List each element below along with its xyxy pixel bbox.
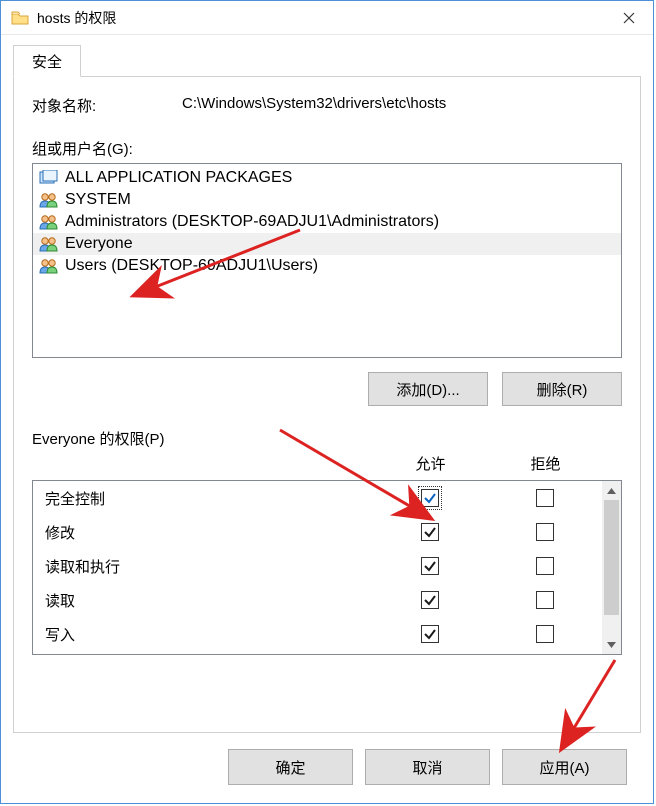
tab-security[interactable]: 安全	[13, 45, 81, 77]
ok-button[interactable]: 确定	[228, 749, 353, 785]
permissions-label: Everyone 的权限(P)	[32, 428, 622, 449]
users-icon	[39, 257, 59, 275]
window-title: hosts 的权限	[37, 8, 605, 28]
object-name-value: C:\Windows\System32\drivers\etc\hosts	[182, 95, 446, 116]
permission-name: 读取	[45, 590, 372, 611]
scroll-down-icon[interactable]	[602, 635, 621, 654]
allow-checkbox[interactable]	[421, 591, 439, 609]
permission-row: 读取	[33, 583, 602, 617]
col-deny: 拒绝	[488, 453, 603, 474]
list-item[interactable]: ALL APPLICATION PACKAGES	[33, 167, 621, 189]
permission-row: 修改	[33, 515, 602, 549]
permission-row: 读取和执行	[33, 549, 602, 583]
permission-row	[33, 651, 602, 654]
list-item-label: SYSTEM	[65, 191, 131, 209]
permissions-header: 允许 拒绝	[32, 453, 622, 474]
groups-label: 组或用户名(G):	[32, 138, 622, 159]
deny-checkbox[interactable]	[536, 557, 554, 575]
list-item-label: Administrators (DESKTOP-69ADJU1\Administ…	[65, 213, 439, 231]
apply-button[interactable]: 应用(A)	[502, 749, 627, 785]
permission-name: 完全控制	[45, 488, 372, 509]
deny-checkbox[interactable]	[536, 591, 554, 609]
permissions-grid: 完全控制修改读取和执行读取写入	[33, 481, 602, 654]
permissions-scrollbar[interactable]	[602, 481, 621, 654]
cancel-button[interactable]: 取消	[365, 749, 490, 785]
deny-checkbox[interactable]	[536, 625, 554, 643]
groups-listbox[interactable]: ALL APPLICATION PACKAGES SYSTEM Administra…	[32, 163, 622, 358]
permission-name: 修改	[45, 522, 372, 543]
list-item[interactable]: Everyone	[33, 233, 621, 255]
scroll-up-icon[interactable]	[602, 481, 621, 500]
allow-checkbox[interactable]	[421, 557, 439, 575]
list-item-label: Everyone	[65, 235, 133, 253]
object-name-label: 对象名称:	[32, 95, 182, 116]
list-item-label: Users (DESKTOP-69ADJU1\Users)	[65, 257, 318, 275]
list-item[interactable]: Administrators (DESKTOP-69ADJU1\Administ…	[33, 211, 621, 233]
add-button[interactable]: 添加(D)...	[368, 372, 488, 406]
scrollbar-thumb[interactable]	[604, 500, 619, 615]
list-item[interactable]: SYSTEM	[33, 189, 621, 211]
allow-checkbox[interactable]	[421, 523, 439, 541]
list-item-label: ALL APPLICATION PACKAGES	[65, 169, 292, 187]
titlebar: hosts 的权限	[1, 1, 653, 35]
remove-button[interactable]: 删除(R)	[502, 372, 622, 406]
close-button[interactable]	[605, 1, 653, 34]
users-icon	[39, 235, 59, 253]
allow-checkbox[interactable]	[421, 489, 439, 507]
permission-name: 写入	[45, 624, 372, 645]
folder-icon	[11, 11, 29, 25]
permission-row: 写入	[33, 617, 602, 651]
deny-checkbox[interactable]	[536, 523, 554, 541]
permission-row: 完全控制	[33, 481, 602, 515]
package-icon	[39, 169, 59, 187]
allow-checkbox[interactable]	[421, 625, 439, 643]
users-icon	[39, 213, 59, 231]
users-icon	[39, 191, 59, 209]
deny-checkbox[interactable]	[536, 489, 554, 507]
permission-name: 读取和执行	[45, 556, 372, 577]
col-allow: 允许	[373, 453, 488, 474]
list-item[interactable]: Users (DESKTOP-69ADJU1\Users)	[33, 255, 621, 277]
